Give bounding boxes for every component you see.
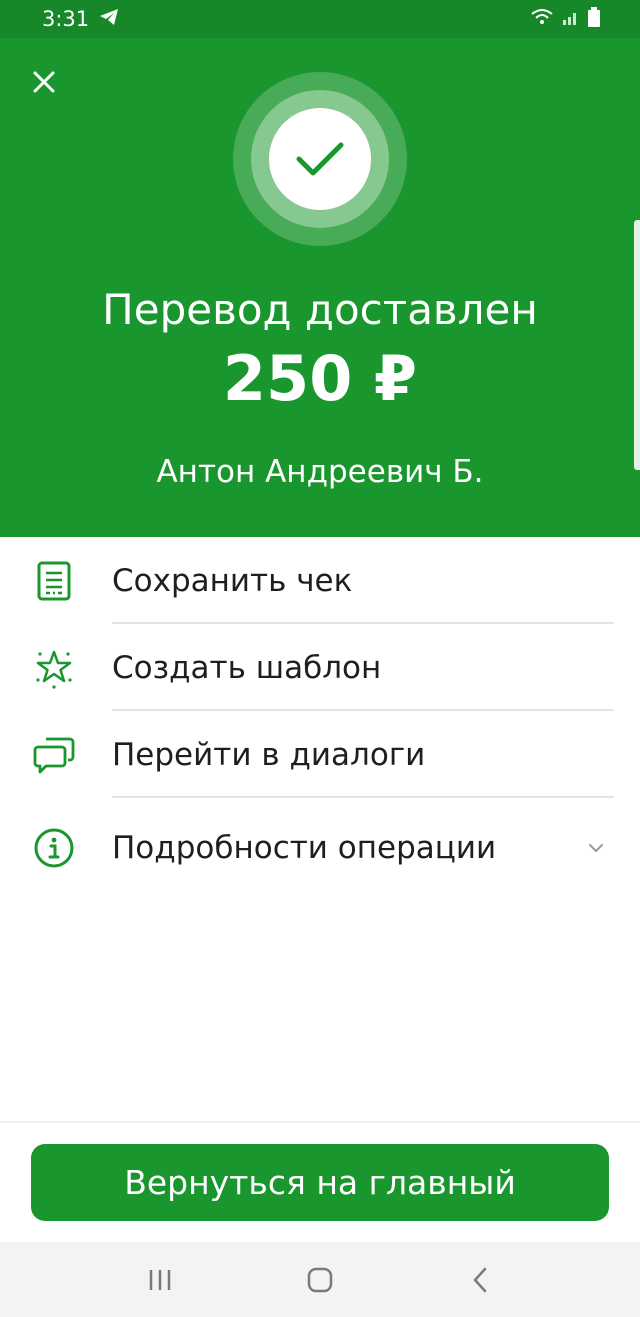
status-right xyxy=(530,7,600,31)
go-to-dialogs-action[interactable]: Перейти в диалоги xyxy=(0,711,640,798)
action-label: Подробности операции xyxy=(112,830,497,866)
bottom-separator xyxy=(0,1121,640,1123)
action-label: Сохранить чек xyxy=(112,562,353,599)
status-left: 3:31 xyxy=(42,7,119,31)
back-icon xyxy=(473,1267,487,1292)
telegram-icon xyxy=(99,7,119,31)
receipt-icon xyxy=(32,559,76,603)
operation-details-action[interactable]: Подробности операции xyxy=(0,798,640,898)
status-time: 3:31 xyxy=(42,7,90,31)
star-icon xyxy=(32,646,76,690)
recent-apps-icon xyxy=(149,1269,171,1290)
home-icon xyxy=(307,1267,333,1292)
signal-icon xyxy=(562,8,580,30)
action-label: Создать шаблон xyxy=(112,649,382,686)
chat-icon xyxy=(32,733,76,777)
recent-apps-button[interactable] xyxy=(130,1250,190,1310)
wifi-icon xyxy=(530,8,554,30)
success-header: Перевод доставлен 250 ₽ Антон Андреевич … xyxy=(0,38,640,537)
status-bar: 3:31 xyxy=(0,0,640,38)
scroll-indicator xyxy=(634,220,640,470)
info-icon xyxy=(32,826,76,870)
checkmark-icon xyxy=(296,142,344,176)
success-badge xyxy=(233,72,407,246)
close-icon xyxy=(33,71,55,93)
back-button[interactable] xyxy=(450,1250,510,1310)
action-list: Сохранить чек Создать шаблон Перейти в д… xyxy=(0,537,640,898)
save-receipt-action[interactable]: Сохранить чек xyxy=(0,537,640,624)
battery-icon xyxy=(588,7,600,31)
close-button[interactable] xyxy=(26,64,62,100)
recipient-name: Антон Андреевич Б. xyxy=(156,454,484,490)
transfer-success-screen: 3:31 Перевод доставлен 250 ₽ Антон Андре… xyxy=(0,0,640,1317)
chevron-down-icon xyxy=(589,844,603,852)
system-nav-bar xyxy=(0,1242,640,1317)
page-title: Перевод доставлен xyxy=(102,285,538,334)
create-template-action[interactable]: Создать шаблон xyxy=(0,624,640,711)
home-button[interactable] xyxy=(290,1250,350,1310)
return-home-button[interactable]: Вернуться на главный xyxy=(31,1144,609,1221)
action-label: Перейти в диалоги xyxy=(112,736,426,773)
transfer-amount: 250 ₽ xyxy=(222,342,418,415)
